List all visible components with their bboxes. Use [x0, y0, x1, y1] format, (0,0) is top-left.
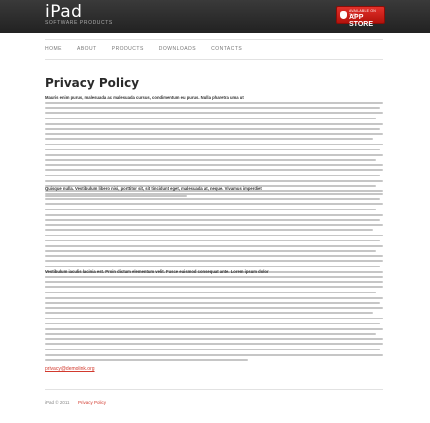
footer-divider	[45, 389, 383, 390]
main-nav: HOME ABOUT PRODUCTS DOWNLOADS CONTACTS	[45, 44, 257, 54]
nav-item-about[interactable]: ABOUT	[77, 44, 97, 54]
footer-privacy-link[interactable]: Privacy Policy	[78, 400, 106, 405]
nav-bottom-divider	[45, 59, 383, 60]
section-lead: Quisque nulla. Vestibulum libero nisi, p…	[45, 186, 262, 191]
section-lead: Vestibulum iaculis lacinia est. Proin di…	[45, 269, 269, 274]
app-store-badge[interactable]: AVAILABLE ON THE APP STORE	[336, 6, 385, 28]
page-title: Privacy Policy	[45, 76, 140, 90]
footer-copyright: iPad © 2011	[45, 400, 70, 405]
store-badge-big-text: APP STORE	[349, 14, 373, 28]
nav-item-contacts[interactable]: CONTACTS	[211, 44, 242, 54]
site-header: iPad SOFTWARE PRODUCTS AVAILABLE ON THE …	[0, 0, 430, 33]
policy-section-3: Vestibulum iaculis lacinia est. Proin di…	[45, 269, 383, 364]
paragraph-text	[45, 102, 383, 198]
nav-item-products[interactable]: PRODUCTS	[112, 44, 144, 54]
section-lead: Mauris enim purus, malesuada ac malesuad…	[45, 95, 244, 100]
nav-top-divider	[45, 39, 383, 40]
nav-item-downloads[interactable]: DOWNLOADS	[159, 44, 196, 54]
policy-section-1: Mauris enim purus, malesuada ac malesuad…	[45, 95, 383, 201]
nav-item-home[interactable]: HOME	[45, 44, 62, 54]
paragraph-text	[45, 276, 383, 361]
logo-title[interactable]: iPad	[45, 2, 82, 22]
logo-subtitle: SOFTWARE PRODUCTS	[45, 20, 113, 26]
privacy-email-link[interactable]: privacy@demolink.org	[45, 366, 95, 372]
apple-icon	[340, 11, 347, 19]
